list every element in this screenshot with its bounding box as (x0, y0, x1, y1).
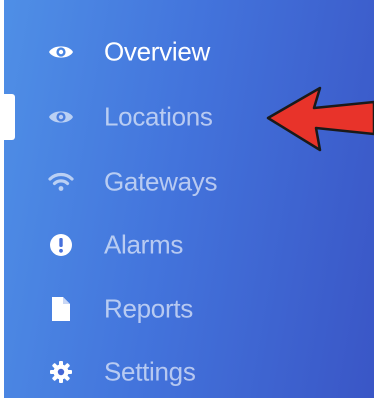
sidebar-item-label: Overview (104, 36, 210, 67)
wifi-icon (47, 168, 75, 196)
eye-icon (47, 38, 75, 66)
sidebar-item-label: Gateways (104, 166, 218, 197)
sidebar-item-gateways[interactable]: Gateways (4, 152, 374, 212)
sidebar-item-label: Alarms (104, 229, 184, 260)
sidebar-item-label: Reports (104, 293, 193, 324)
screenshot-frame: Overview Locations Gateways Alarms Repor… (0, 0, 374, 402)
sidebar-item-settings[interactable]: Settings (4, 342, 374, 398)
gear-icon (47, 358, 75, 386)
sidebar-item-alarms[interactable]: Alarms (4, 215, 374, 275)
sidebar-item-label: Settings (104, 356, 196, 387)
sidebar-item-label: Locations (104, 101, 213, 132)
sidebar-nav: Overview Locations Gateways Alarms Repor… (4, 0, 374, 398)
sidebar-item-overview[interactable]: Overview (4, 22, 374, 82)
sidebar-item-reports[interactable]: Reports (4, 279, 374, 339)
eye-icon (47, 103, 75, 131)
exclamation-circle-icon (47, 231, 75, 259)
file-icon (47, 295, 75, 323)
red-arrow-annotation (266, 86, 374, 152)
